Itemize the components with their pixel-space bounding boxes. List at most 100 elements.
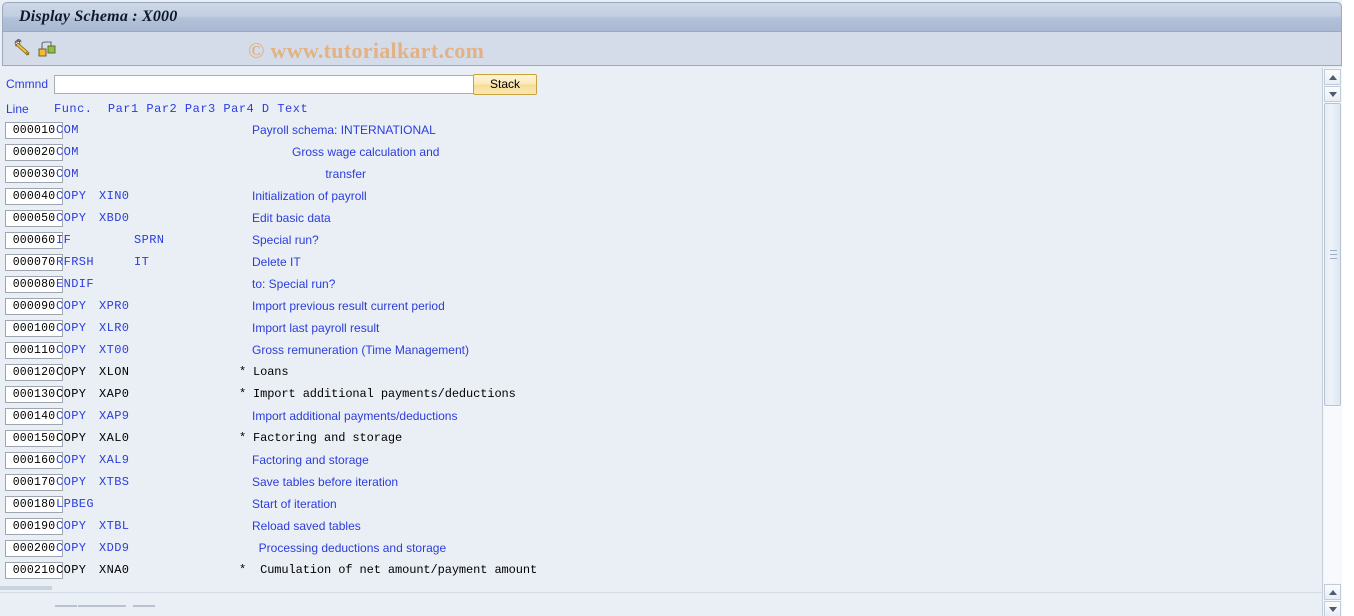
command-label: Cmmnd xyxy=(6,77,49,91)
line-number-field[interactable]: 000040 xyxy=(5,188,63,205)
cell-text: Processing deductions and storage xyxy=(252,541,447,555)
table-row[interactable]: 000090 COPY XPR0 Import previous result cur… xyxy=(0,296,1322,318)
line-number-field[interactable]: 000170 xyxy=(5,474,63,491)
cell-par2: IT xyxy=(134,255,150,269)
cell-func: COPY xyxy=(56,189,87,203)
table-row[interactable]: 000160 COPY XAL9 Factoring and storage xyxy=(0,450,1322,472)
table-row[interactable]: 000140 COPY XAP9 Import additional payments… xyxy=(0,406,1322,428)
table-row[interactable]: 000070 RFRSH IT Delete IT xyxy=(0,252,1322,274)
cell-par1: XLON xyxy=(99,365,130,379)
cell-d-flag: * xyxy=(239,387,247,401)
cell-func: ENDIF xyxy=(56,277,95,291)
table-row[interactable]: 000100 COPY XLR0 Import last payroll result xyxy=(0,318,1322,340)
cell-text: Save tables before iteration xyxy=(252,475,399,489)
cell-par1: XBD0 xyxy=(99,211,130,225)
cell-func: RFRSH xyxy=(56,255,95,269)
table-row[interactable]: 000200 COPY XDD9 Processing deductions and… xyxy=(0,538,1322,560)
table-row[interactable]: 000010 COM Payroll schema: INTERNATIONAL xyxy=(0,120,1322,142)
line-number-field[interactable]: 000130 xyxy=(5,386,63,403)
line-number-field[interactable]: 000030 xyxy=(5,166,63,183)
cell-func: COPY xyxy=(56,431,87,445)
cell-par2: SPRN xyxy=(134,233,165,247)
command-bar: Cmmnd Stack xyxy=(0,70,1322,100)
scroll-up-button[interactable] xyxy=(1324,69,1341,85)
cell-text: Edit basic data xyxy=(252,211,331,225)
cell-func: COPY xyxy=(56,409,87,423)
table-row[interactable]: 000130 COPY XAP0 * Import additional payment… xyxy=(0,384,1322,406)
vertical-scroll-thumb[interactable] xyxy=(1324,103,1341,406)
horizontal-scroll-grip-right-icon xyxy=(133,605,155,609)
line-number-field[interactable]: 000190 xyxy=(5,518,63,535)
line-number-field[interactable]: 000210 xyxy=(5,562,63,579)
table-row[interactable]: 000120 COPY XLON * Loans xyxy=(0,362,1322,384)
cell-par1: XAP0 xyxy=(99,387,130,401)
cell-par1: XAP9 xyxy=(99,409,130,423)
table-row[interactable]: 000150 COPY XAL0 * Factoring and storage xyxy=(0,428,1322,450)
cell-func: COM xyxy=(56,167,79,181)
table-row[interactable]: 000050 COPY XBD0 Edit basic data xyxy=(0,208,1322,230)
table-row[interactable]: 000170 COPY XTBS Save tables before iterati… xyxy=(0,472,1322,494)
table-column-headers: Line Func. Par1 Par2 Par3 Par4 D Text xyxy=(0,101,1322,118)
scroll-thumb-grip-icon xyxy=(1330,250,1337,261)
table-row[interactable]: 000210 COPY XNA0 * Cumulation of net amount… xyxy=(0,560,1322,582)
cell-par1: XIN0 xyxy=(99,189,130,203)
table-row[interactable]: 000040 COPY XIN0 Initialization of payroll xyxy=(0,186,1322,208)
table-row[interactable]: 000030 COM transfer xyxy=(0,164,1322,186)
table-row[interactable]: 000080 ENDIF to: Special run? xyxy=(0,274,1322,296)
cell-par1: XTBS xyxy=(99,475,130,489)
stack-button[interactable]: Stack xyxy=(473,74,537,95)
cell-func: IF xyxy=(56,233,72,247)
cell-text: Payroll schema: INTERNATIONAL xyxy=(252,123,436,137)
cell-func: COPY xyxy=(56,563,87,577)
watermark-text: © www.tutorialkart.com xyxy=(248,38,485,63)
line-number-field[interactable]: 000010 xyxy=(5,122,63,139)
line-number-field[interactable]: 000200 xyxy=(5,540,63,557)
cell-text: Start of iteration xyxy=(252,497,337,511)
application-toolbar xyxy=(2,32,1342,66)
vertical-scrollbar[interactable] xyxy=(1322,68,1343,616)
table-row[interactable]: 000190 COPY XTBL Reload saved tables xyxy=(0,516,1322,538)
cell-text: Loans xyxy=(253,365,289,379)
horizontal-scrollbar[interactable] xyxy=(0,592,1322,616)
cell-text: Import last payroll result xyxy=(252,321,380,335)
line-number-field[interactable]: 000050 xyxy=(5,210,63,227)
cell-func: COM xyxy=(56,123,79,137)
table-row[interactable]: 000060 IF SPRN Special run? xyxy=(0,230,1322,252)
cell-text: Import additional payments/deductions xyxy=(253,387,516,401)
cell-text: Reload saved tables xyxy=(252,519,361,533)
cell-func: COPY xyxy=(56,387,87,401)
cell-par1: XAL0 xyxy=(99,431,130,445)
cell-text: Gross remuneration (Time Management) xyxy=(252,343,469,357)
line-number-field[interactable]: 000090 xyxy=(5,298,63,315)
table-row[interactable]: 000020 COM Gross wage calculation and xyxy=(0,142,1322,164)
cell-func: COPY xyxy=(56,453,87,467)
table-row[interactable]: 000180 LPBEG Start of iteration xyxy=(0,494,1322,516)
line-number-field[interactable]: 000080 xyxy=(5,276,63,293)
line-number-field[interactable]: 000020 xyxy=(5,144,63,161)
command-input[interactable] xyxy=(54,75,474,94)
cell-func: COPY xyxy=(56,475,87,489)
line-number-field[interactable]: 000120 xyxy=(5,364,63,381)
cell-text: Factoring and storage xyxy=(253,431,403,445)
line-number-field[interactable]: 000070 xyxy=(5,254,63,271)
edit-pencil-icon[interactable] xyxy=(12,38,34,60)
line-number-field[interactable]: 000060 xyxy=(5,232,63,249)
line-number-field[interactable]: 000150 xyxy=(5,430,63,447)
hierarchy-structure-icon[interactable] xyxy=(37,38,59,60)
scroll-page-down-button[interactable] xyxy=(1324,601,1341,616)
scroll-down-button[interactable] xyxy=(1324,86,1341,102)
line-number-field[interactable]: 000100 xyxy=(5,320,63,337)
line-number-field[interactable]: 000160 xyxy=(5,452,63,469)
cell-par1: XPR0 xyxy=(99,299,130,313)
table-row[interactable]: 000110 COPY XT00 Gross remuneration (Time M… xyxy=(0,340,1322,362)
column-headers-rest: Func. Par1 Par2 Par3 Par4 D Text xyxy=(54,102,309,116)
line-number-field[interactable]: 000110 xyxy=(5,342,63,359)
scroll-page-up-button[interactable] xyxy=(1324,584,1341,600)
line-number-field[interactable]: 000140 xyxy=(5,408,63,425)
cell-func: COPY xyxy=(56,519,87,533)
horizontal-scroll-thumb[interactable] xyxy=(78,605,126,609)
bottom-tab-stub xyxy=(0,586,52,590)
cell-par1: XT00 xyxy=(99,343,130,357)
line-number-field[interactable]: 000180 xyxy=(5,496,63,513)
cell-func: COM xyxy=(56,145,79,159)
